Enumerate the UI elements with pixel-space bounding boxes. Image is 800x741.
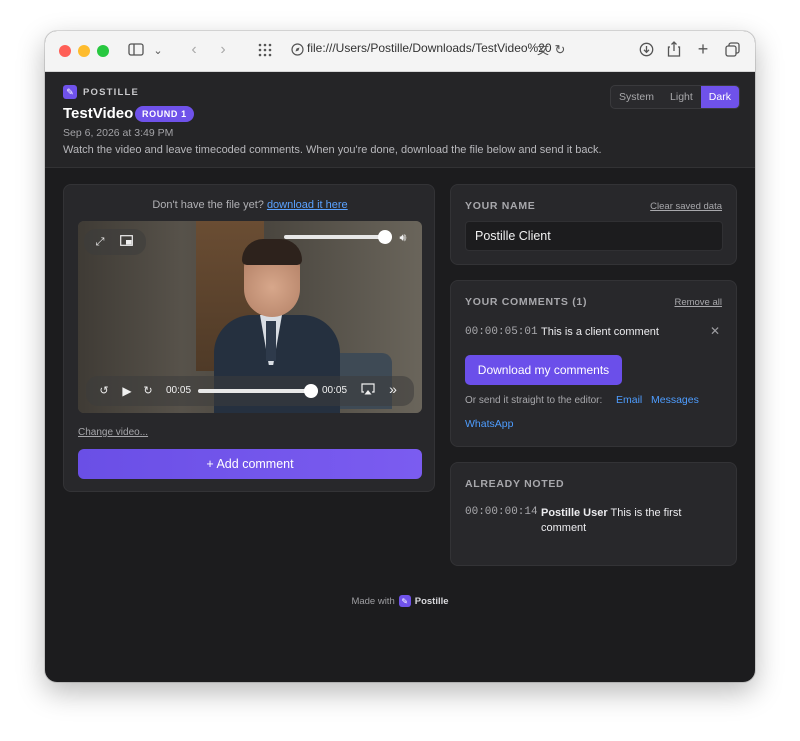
translate-icon[interactable]: 文	[535, 42, 551, 58]
brand-name: POSTILLE	[83, 86, 140, 98]
picture-in-picture-icon[interactable]	[118, 235, 134, 250]
noted-text-line2: comment	[541, 522, 587, 534]
fullscreen-icon[interactable]: ⤢	[92, 235, 108, 249]
browser-window: ⌄ ‹ › file:///Users/Postille/Downloads/T…	[45, 31, 755, 682]
volume-slider-knob[interactable]	[378, 230, 392, 244]
skip-forward-icon[interactable]: ↻	[140, 384, 156, 398]
remove-all-link[interactable]: Remove all	[674, 297, 722, 308]
download-note: Don't have the file yet? download it her…	[64, 199, 436, 211]
browser-toolbar: ⌄ ‹ › file:///Users/Postille/Downloads/T…	[45, 31, 755, 72]
video-player[interactable]: ⤢ 🔊︎ ↺ ▶ ↻ 00:05 00:05 »	[78, 221, 422, 413]
sidebar-icon[interactable]	[127, 43, 145, 60]
seek-slider-knob[interactable]	[304, 384, 318, 398]
more-controls-icon[interactable]: »	[384, 382, 402, 396]
name-input[interactable]: Postille Client	[465, 221, 723, 251]
download-comments-button[interactable]: Download my comments	[465, 355, 622, 385]
theme-system-button[interactable]: System	[611, 86, 662, 108]
postille-logo-icon: ✎	[63, 85, 77, 99]
download-icon[interactable]	[637, 42, 655, 61]
share-icon[interactable]	[665, 41, 683, 61]
page-header: ✎ POSTILLE TestVideo ROUND 1 Sep 6, 2026…	[45, 72, 755, 168]
reload-icon[interactable]: ↻	[553, 42, 567, 58]
send-whatsapp-link[interactable]: WhatsApp	[465, 418, 513, 430]
skip-back-icon[interactable]: ↺	[96, 384, 112, 398]
your-comments-card: YOUR COMMENTS (1) Remove all 00:00:05:01…	[450, 280, 737, 447]
play-icon[interactable]: ▶	[119, 384, 135, 398]
date-text: Sep 6, 2026 at 3:49 PM	[63, 127, 174, 139]
noted-text-line1: This is the first	[610, 507, 682, 519]
theme-dark-button[interactable]: Dark	[700, 86, 739, 108]
minimize-window-button[interactable]	[78, 45, 90, 57]
noted-comment: Postille User This is the first comment	[541, 506, 721, 536]
already-noted-card: ALREADY NOTED 00:00:00:14 Postille User …	[450, 462, 737, 566]
delete-comment-icon[interactable]: ✕	[710, 324, 720, 338]
noted-author: Postille User	[541, 507, 608, 519]
player-card: Don't have the file yet? download it her…	[63, 184, 435, 492]
send-email-link[interactable]: Email	[616, 394, 642, 406]
forward-icon[interactable]: ›	[215, 42, 231, 58]
zoom-window-button[interactable]	[97, 45, 109, 57]
your-name-title: YOUR NAME	[465, 200, 536, 212]
airplay-icon[interactable]	[360, 383, 376, 399]
round-badge: ROUND 1	[135, 106, 194, 122]
current-time: 00:05	[166, 385, 192, 396]
clear-saved-data-link[interactable]: Clear saved data	[650, 201, 722, 212]
volume-slider[interactable]	[284, 235, 392, 239]
seek-slider[interactable]	[198, 389, 318, 393]
footer-logo-icon: ✎	[398, 595, 411, 607]
your-comments-title: YOUR COMMENTS (1)	[465, 296, 588, 308]
comment-text: This is a client comment	[541, 326, 659, 338]
close-window-button[interactable]	[59, 45, 71, 57]
plus-icon[interactable]: +	[694, 40, 712, 58]
your-name-card: YOUR NAME Clear saved data Postille Clie…	[450, 184, 737, 265]
noted-timecode[interactable]: 00:00:00:14	[465, 506, 538, 518]
volume-icon[interactable]: 🔊︎	[395, 231, 411, 245]
page-title: TestVideo	[63, 105, 134, 122]
brand: ✎ POSTILLE	[63, 84, 139, 100]
already-noted-title: ALREADY NOTED	[465, 478, 565, 490]
theme-switcher: System Light Dark	[610, 85, 740, 109]
tabs-icon[interactable]	[723, 42, 741, 61]
send-messages-link[interactable]: Messages	[651, 394, 699, 406]
download-file-link[interactable]: download it here	[267, 199, 348, 211]
back-icon[interactable]: ‹	[186, 42, 202, 58]
theme-light-button[interactable]: Light	[662, 86, 701, 108]
tab-grid-icon[interactable]	[256, 43, 274, 61]
send-label: Or send it straight to the editor:	[465, 395, 603, 406]
add-comment-button[interactable]: + Add comment	[78, 449, 422, 479]
change-video-link[interactable]: Change video...	[78, 427, 148, 438]
footer: Made with ✎ Postille	[45, 595, 755, 607]
description-text: Watch the video and leave timecoded comm…	[63, 144, 602, 156]
comment-timecode[interactable]: 00:00:05:01	[465, 326, 538, 338]
chevron-down-icon[interactable]: ⌄	[151, 43, 165, 59]
duration-time: 00:05	[322, 385, 348, 396]
compass-icon	[290, 43, 304, 60]
made-with-text: Made with	[351, 595, 395, 607]
download-note-text: Don't have the file yet?	[152, 199, 264, 211]
footer-brand-link[interactable]: Postille	[415, 596, 449, 607]
